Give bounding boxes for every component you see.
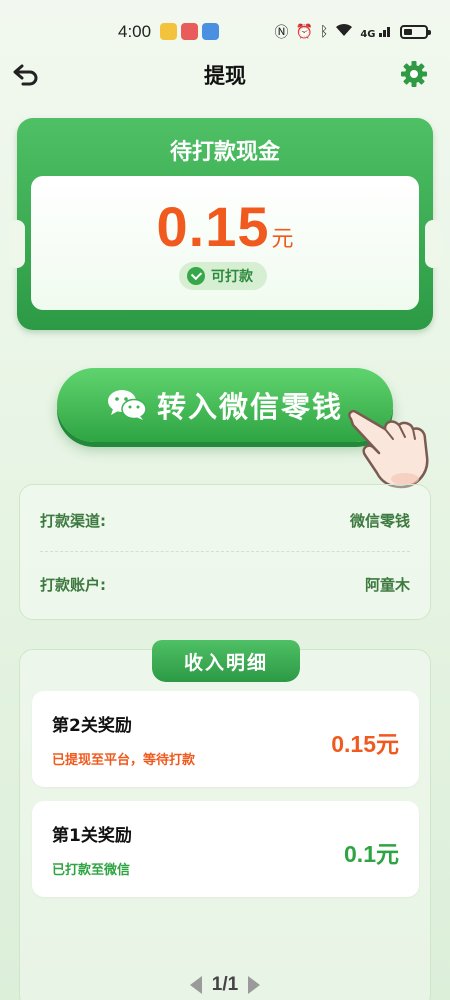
cash-amount: 0.15 — [156, 195, 270, 258]
payout-account-value: 阿童木 — [364, 576, 410, 594]
ticket-notch-right — [425, 220, 441, 268]
pending-cash-title: 待打款现金 — [169, 140, 280, 165]
bluetooth-icon: ᛒ — [319, 24, 329, 40]
record-status: 已提现至平台，等待打款 — [52, 753, 196, 768]
payout-channel-row: 打款渠道: 微信零钱 — [40, 510, 410, 534]
check-icon — [187, 267, 205, 285]
income-record: 第2关奖励 已提现至平台，等待打款 0.15元 — [32, 691, 419, 787]
payout-channel-value: 微信零钱 — [349, 512, 410, 530]
payout-account-row: 打款账户: 阿童木 — [40, 574, 410, 598]
battery-icon — [400, 25, 431, 39]
cash-unit: 元 — [271, 227, 294, 252]
wechat-icon — [107, 390, 147, 420]
info-divider — [40, 551, 410, 552]
ticket-notch-left — [9, 220, 25, 268]
status-time: 4:00 — [118, 22, 152, 41]
cash-amount-row: 0.15元 — [31, 194, 419, 259]
cellular-signal-icon: 4G — [360, 25, 393, 40]
payout-info-panel: 打款渠道: 微信零钱 打款账户: 阿童木 — [19, 484, 431, 620]
settings-button[interactable] — [400, 60, 428, 88]
notification-app-icon-1 — [160, 23, 177, 40]
payout-channel-label: 打款渠道: — [40, 512, 106, 530]
income-details-tab: 收入明细 — [152, 640, 300, 682]
record-title: 第2关奖励 — [52, 716, 132, 736]
status-app-icons — [160, 23, 219, 40]
gear-icon — [401, 61, 427, 87]
network-type-label: 4G — [360, 28, 376, 40]
income-details-panel: 收入明细 第2关奖励 已提现至平台，等待打款 0.15元 第1关奖励 已打款至微… — [19, 640, 431, 1000]
pending-cash-card: 待打款现金 0.15元 可打款 — [9, 118, 441, 330]
notification-app-icon-3 — [202, 23, 219, 40]
pager: 1/1 — [0, 974, 450, 996]
alarm-icon: ⏰ — [295, 24, 313, 40]
notification-app-icon-2 — [181, 23, 198, 40]
transfer-button-label: 转入微信零钱 — [156, 390, 343, 424]
prev-page-icon[interactable] — [189, 976, 202, 994]
status-indicators: Ⓝ ⏰ ᛒ 4G — [274, 22, 431, 42]
wifi-icon — [335, 23, 353, 41]
withdrawable-label: 可打款 — [211, 269, 253, 285]
record-amount: 0.15元 — [331, 731, 399, 757]
record-amount: 0.1元 — [344, 841, 399, 867]
record-title: 第1关奖励 — [52, 826, 132, 846]
payout-account-label: 打款账户: — [40, 576, 106, 594]
income-record: 第1关奖励 已打款至微信 0.1元 — [32, 801, 419, 897]
page-indicator: 1/1 — [211, 974, 239, 995]
pending-cash-inner: 0.15元 可打款 — [31, 176, 419, 310]
nfc-icon: Ⓝ — [274, 25, 289, 41]
withdrawable-badge: 可打款 — [179, 262, 267, 290]
nav-bar: 提现 — [0, 52, 450, 96]
next-page-icon[interactable] — [248, 976, 261, 994]
record-status: 已打款至微信 — [52, 863, 131, 878]
page-title: 提现 — [204, 64, 246, 88]
status-bar: 4:00 Ⓝ ⏰ ᛒ 4G — [0, 0, 450, 60]
transfer-to-wechat-button[interactable]: 转入微信零钱 — [57, 368, 393, 442]
pointing-hand-icon — [348, 410, 429, 489]
